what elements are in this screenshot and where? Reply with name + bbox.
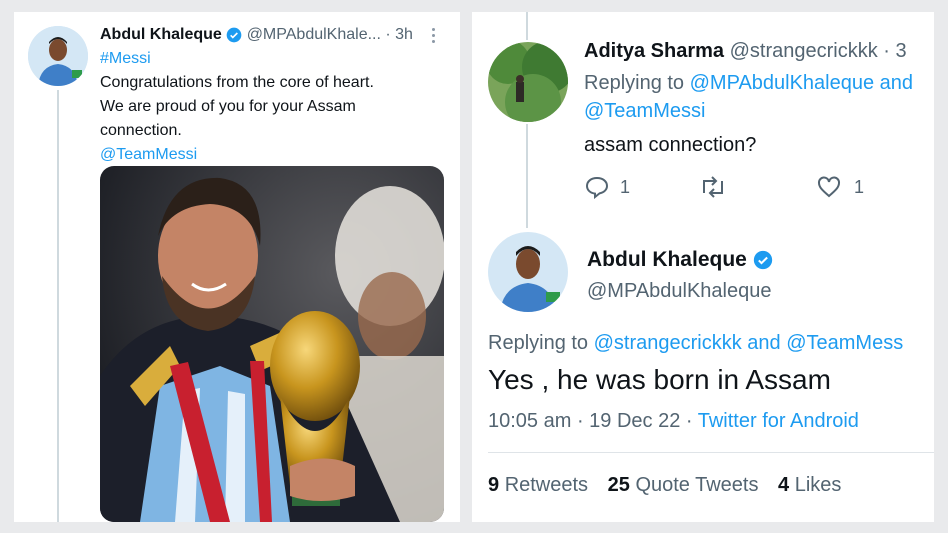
tweet-time[interactable]: 3h [395,26,413,43]
left-tweet-card: Abdul Khaleque @MPAbdulKhale... · 3h #Me… [14,12,460,522]
retweets-label: Retweets [504,474,589,496]
main-tweet-meta: 10:05 am · 19 Dec 22 · Twitter for Andro… [488,410,859,433]
replier-avatar-image [488,42,568,122]
thread-line-middle [526,124,528,228]
likes-count: 4 [778,474,790,496]
main-author-name[interactable]: Abdul Khaleque [587,248,747,271]
reply-header: Aditya Sharma @strangecrickkk · 3 [584,40,907,63]
main-replying-to: Replying to @strangecrickkk and @TeamMes… [488,332,903,355]
reply-count: 1 [620,176,631,197]
mention-link[interactable]: @TeamMessi [100,146,197,164]
like-icon [818,176,840,198]
tweet-media-photo[interactable] [100,166,444,522]
retweets-stat[interactable]: 9 Retweets [488,474,588,496]
tweet-source[interactable]: Twitter for Android [698,410,859,432]
separator: · [385,26,391,43]
quotes-count: 25 [607,474,630,496]
reply-action[interactable]: 1 [584,174,630,200]
retweet-icon [703,176,723,198]
main-author-avatar-image [488,232,568,312]
quotes-label: Quote Tweets [635,474,759,496]
thread-line [57,90,59,522]
main-author-avatar[interactable] [488,232,568,312]
quotes-stat[interactable]: 25 Quote Tweets [608,474,759,496]
divider [488,452,934,453]
thread-line-top [526,12,528,40]
tweet-text-line-3: connection. [100,122,182,139]
replier-avatar[interactable] [488,42,568,122]
reply-text: assam connection? [584,134,757,156]
author-avatar[interactable] [28,26,88,86]
reply-icon [585,176,609,199]
main-tweet-timestamp[interactable]: 10:05 am · 19 Dec 22 · [488,410,698,432]
tweet-text-line-1: Congratulations from the core of heart. [100,74,374,91]
replying-to-line-2[interactable]: @TeamMessi [584,100,705,123]
main-tweet-text: Yes , he was born in Assam [488,364,831,395]
engagement-stats: 9 Retweets 25 Quote Tweets 4 Likes [488,474,841,497]
replying-to-line-1: Replying to @MPAbdulKhaleque and [584,72,913,95]
main-replying-mentions[interactable]: @strangecrickkk and @TeamMess [594,332,904,354]
photo-illustration [100,166,444,522]
avatar-portrait [28,26,88,86]
replying-to-mentions[interactable]: @MPAbdulKhaleque and [690,72,913,94]
main-author-handle[interactable]: @MPAbdulKhaleque [587,280,772,303]
retweets-count: 9 [488,474,500,496]
right-thread-card: Aditya Sharma @strangecrickkk · 3 Replyi… [472,12,934,522]
tweet-header: Abdul Khaleque @MPAbdulKhale... · 3h [100,26,413,44]
like-count: 1 [854,176,865,197]
hashtag-link[interactable]: #Messi [100,50,151,68]
likes-label: Likes [794,474,842,496]
verified-badge-icon [753,251,772,270]
replier-handle[interactable]: @strangecrickkk · 3 [730,40,907,62]
likes-stat[interactable]: 4 Likes [778,474,841,496]
author-handle[interactable]: @MPAbdulKhale... [247,26,381,43]
replier-name[interactable]: Aditya Sharma [584,40,724,62]
main-replying-prefix: Replying to [488,332,589,354]
verified-badge-icon [226,27,242,43]
retweet-action[interactable] [698,174,728,200]
more-options-icon[interactable] [432,28,436,43]
replying-prefix: Replying to [584,72,685,94]
tweet-text-line-2: We are proud of you for your Assam [100,98,356,115]
like-action[interactable]: 1 [816,174,864,200]
author-name[interactable]: Abdul Khaleque [100,26,222,43]
main-author-row: Abdul Khaleque [587,248,773,272]
